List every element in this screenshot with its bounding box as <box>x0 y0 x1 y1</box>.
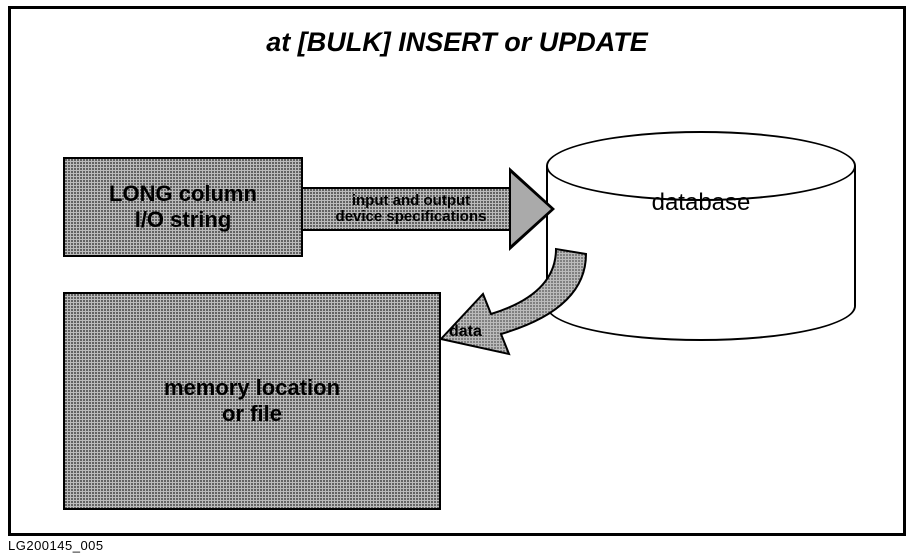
diagram-title: at [BULK] INSERT or UPDATE <box>11 27 903 58</box>
diagram-frame: at [BULK] INSERT or UPDATE database inpu… <box>8 6 906 536</box>
long-column-box <box>63 157 303 257</box>
database-cylinder-top <box>546 131 856 201</box>
arrow-spec-shaft <box>301 187 511 231</box>
arrow-data <box>431 239 631 369</box>
figure-id: LG200145_005 <box>8 538 104 553</box>
memory-box <box>63 292 441 510</box>
arrow-spec-head <box>511 173 551 245</box>
